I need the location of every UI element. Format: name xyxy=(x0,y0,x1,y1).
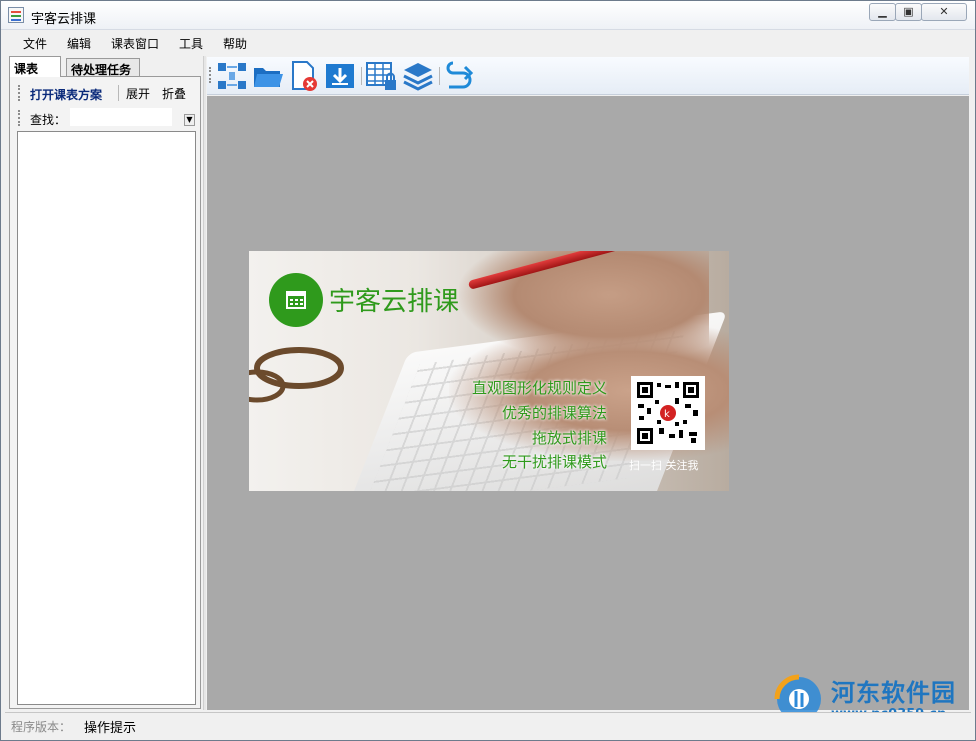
feature-text: 直观图形化规则定义 xyxy=(471,379,607,397)
download-icon[interactable] xyxy=(323,59,357,93)
toolbar-grip[interactable] xyxy=(18,85,20,101)
status-tip: 操作提示 xyxy=(84,721,137,736)
table-lock-icon[interactable] xyxy=(365,59,399,93)
menu-file[interactable]: 文件 xyxy=(23,35,47,52)
minimize-button[interactable]: ▁ xyxy=(869,3,896,21)
title-bar: 宇客云排课 ▁ ▣ ✕ xyxy=(1,1,975,30)
open-folder-icon[interactable] xyxy=(251,59,285,93)
find-input[interactable] xyxy=(70,108,172,126)
app-window: 宇客云排课 ▁ ▣ ✕ 文件 编辑 课表窗口 工具 帮助 课表 待处理任务 打开… xyxy=(0,0,976,741)
version-label: 程序版本： xyxy=(11,720,72,734)
qr-code: k xyxy=(631,376,705,450)
svg-text:k: k xyxy=(664,409,670,420)
welcome-banner: 宇客云排课 直观图形化规则定义 优秀的排课算法 拖放式排课 无干扰排课模式 k … xyxy=(249,251,729,491)
menu-schedule-window[interactable]: 课表窗口 xyxy=(111,35,159,52)
find-grip[interactable] xyxy=(18,110,20,126)
toolbar-grip[interactable] xyxy=(209,67,211,83)
feature-text: 无干扰排课模式 xyxy=(501,453,607,471)
menu-bar: 文件 编辑 课表窗口 工具 帮助 xyxy=(5,31,971,55)
collapse-button[interactable]: 折叠 xyxy=(162,85,186,102)
watermark-name: 河东软件园 xyxy=(831,679,956,707)
panel-splitter[interactable] xyxy=(203,56,206,710)
menu-edit[interactable]: 编辑 xyxy=(67,35,91,52)
maximize-button[interactable]: ▣ xyxy=(895,3,922,21)
expand-button[interactable]: 展开 xyxy=(126,85,150,102)
open-plan-button[interactable]: 打开课表方案 xyxy=(30,86,102,103)
tab-schedule[interactable]: 课表 xyxy=(9,56,61,77)
find-dropdown-icon[interactable]: ▼ xyxy=(184,114,195,126)
mdi-workspace[interactable]: 宇客云排课 直观图形化规则定义 优秀的排课算法 拖放式排课 无干扰排课模式 k … xyxy=(207,96,969,710)
left-panel: 课表 待处理任务 打开课表方案 展开 折叠 查找： ▼ xyxy=(7,56,203,709)
separator xyxy=(439,67,440,85)
feature-text: 优秀的排课算法 xyxy=(501,404,607,422)
glasses-image xyxy=(249,347,344,403)
close-file-icon[interactable] xyxy=(287,59,321,93)
close-button[interactable]: ✕ xyxy=(921,3,967,21)
menu-tools[interactable]: 工具 xyxy=(179,35,203,52)
schedule-tree[interactable] xyxy=(17,131,196,705)
separator xyxy=(118,85,119,101)
arrange-grid-icon[interactable] xyxy=(215,59,249,93)
feature-text: 拖放式排课 xyxy=(531,429,607,447)
redo-arrow-icon[interactable] xyxy=(443,59,477,93)
main-toolbar xyxy=(207,57,969,95)
layers-icon[interactable] xyxy=(401,59,435,93)
status-bar: 程序版本： 操作提示 xyxy=(5,712,971,736)
separator xyxy=(361,67,362,85)
menu-help[interactable]: 帮助 xyxy=(223,35,247,52)
app-icon xyxy=(8,7,24,23)
calendar-icon xyxy=(286,291,306,309)
qr-label: 扫一扫 关注我 xyxy=(629,459,699,472)
panel-body: 打开课表方案 展开 折叠 查找： ▼ xyxy=(9,76,201,709)
find-label: 查找： xyxy=(30,113,67,127)
window-title: 宇客云排课 xyxy=(31,12,97,27)
brand-title: 宇客云排课 xyxy=(329,287,460,317)
tab-pending-tasks[interactable]: 待处理任务 xyxy=(66,58,140,77)
